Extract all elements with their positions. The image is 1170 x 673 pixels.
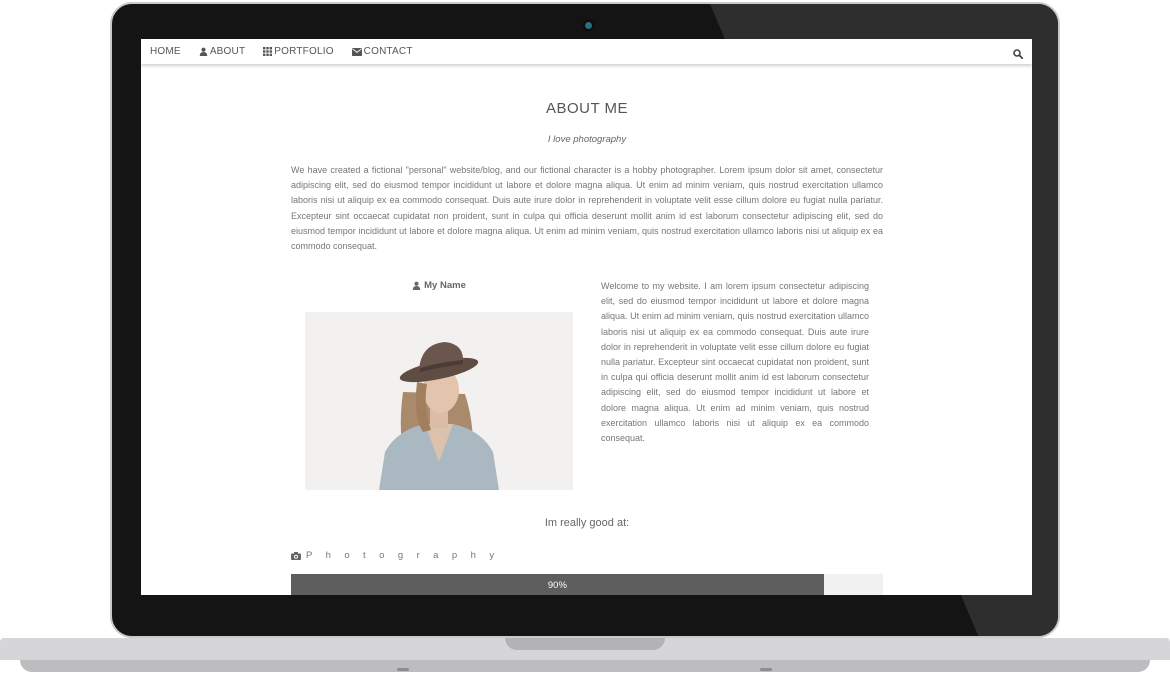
webcam	[583, 20, 594, 31]
skill-progress-fill: 90%	[291, 574, 824, 595]
base-bottom	[20, 660, 1150, 672]
nav-portfolio[interactable]: PORTFOLIO	[254, 39, 342, 64]
intro-paragraph: We have created a fictional "personal" w…	[291, 165, 883, 252]
profile-name: My Name	[291, 280, 587, 291]
nav-contact-label: CONTACT	[363, 46, 413, 57]
profile-photo	[305, 312, 573, 490]
camera-icon	[291, 551, 301, 560]
nav-about-label: ABOUT	[209, 46, 246, 57]
base-notch	[505, 638, 665, 650]
profile-photo-illustration	[305, 312, 573, 490]
nav-contact[interactable]: CONTACT	[343, 39, 422, 64]
search-icon	[1013, 49, 1024, 60]
page-subtitle: I love photography	[547, 134, 627, 145]
laptop-foot-right	[760, 668, 772, 671]
skill-progress-track: 90%	[291, 574, 883, 595]
page-title: ABOUT ME	[545, 100, 629, 117]
profile-name-label: My Name	[424, 280, 466, 291]
nav-portfolio-label: PORTFOLIO	[274, 46, 334, 57]
envelope-icon	[351, 47, 362, 56]
nav-about[interactable]: ABOUT	[190, 39, 254, 64]
nav-search-button[interactable]	[1013, 46, 1024, 64]
skill-name: P h o t o g r a p h y	[306, 550, 500, 561]
user-icon	[412, 281, 421, 290]
laptop-base	[0, 638, 1170, 673]
laptop-foot-left	[397, 668, 409, 671]
skills-heading: Im really good at:	[544, 517, 630, 529]
nav-home[interactable]: HOME	[141, 39, 190, 64]
nav-home-label: HOME	[150, 46, 181, 57]
skill-photography-label: P h o t o g r a p h y	[291, 550, 500, 561]
skill-progress-label: 90%	[547, 579, 567, 591]
laptop-screen: HOME ABOUT PORTFOLIO CONTACT ABOUT ME I …	[141, 39, 1032, 595]
bio-paragraph: Welcome to my website. I am lorem ipsum …	[601, 281, 869, 444]
user-icon	[199, 47, 208, 56]
grid-icon	[263, 47, 273, 56]
top-navbar: HOME ABOUT PORTFOLIO CONTACT	[141, 39, 1032, 64]
base-top	[0, 638, 1170, 660]
